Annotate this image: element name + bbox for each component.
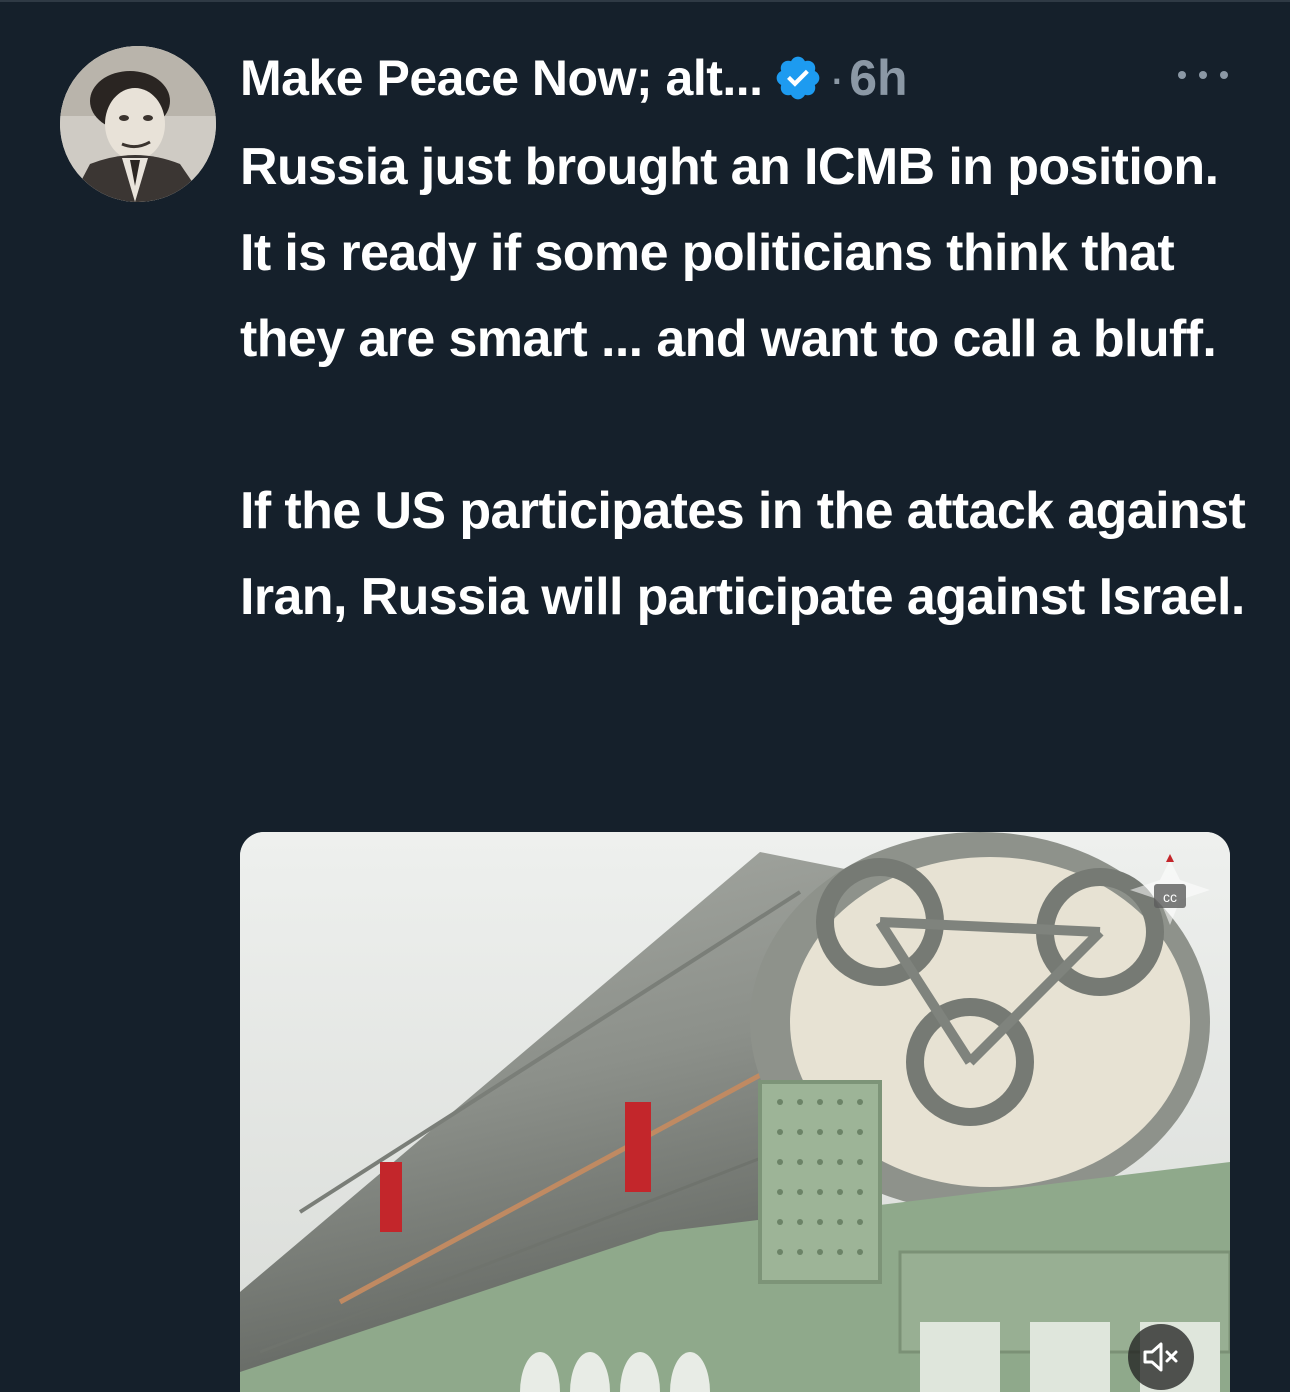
video-player[interactable] — [240, 832, 1230, 1392]
avatar-image — [60, 46, 216, 202]
more-options-icon[interactable] — [1178, 60, 1228, 90]
avatar[interactable] — [60, 46, 216, 202]
tweet[interactable]: Make Peace Now; alt... · 6h Russia just … — [0, 0, 1290, 1392]
display-name[interactable]: Make Peace Now; alt... — [240, 49, 763, 107]
tweet-text: Russia just brought an ICMB in position.… — [240, 124, 1250, 640]
verified-badge-icon[interactable] — [773, 53, 823, 103]
muted-speaker-icon[interactable] — [1128, 1324, 1194, 1390]
timestamp[interactable]: 6h — [849, 49, 907, 107]
svg-text:cc: cc — [1163, 889, 1177, 905]
separator-dot: · — [828, 50, 846, 106]
video-frame — [240, 832, 1230, 1392]
tweet-paragraph: Russia just brought an ICMB in position.… — [240, 138, 1219, 368]
tweet-header: Make Peace Now; alt... · 6h — [240, 40, 908, 116]
emblem-watermark-icon: cc — [1120, 850, 1220, 940]
more-dot — [1178, 71, 1186, 79]
more-dot — [1199, 71, 1207, 79]
tweet-paragraph: If the US participates in the attack aga… — [240, 482, 1246, 626]
more-dot — [1220, 71, 1228, 79]
